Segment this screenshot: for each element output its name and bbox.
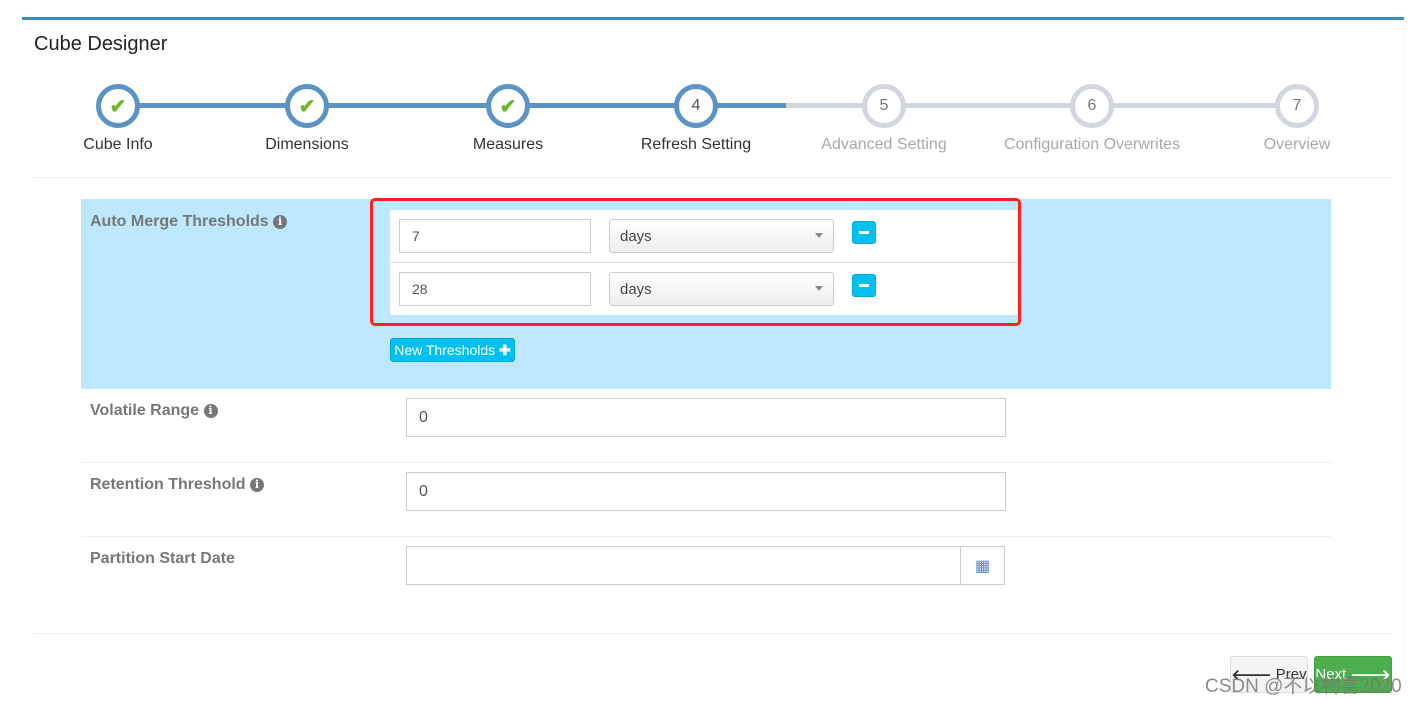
divider: [81, 462, 1331, 463]
divider: [34, 633, 1392, 634]
check-icon: ✔: [109, 95, 127, 118]
step-1-circle[interactable]: ✔: [96, 84, 140, 128]
plus-icon: ✚: [499, 341, 511, 358]
step-5-label: Advanced Setting: [821, 136, 947, 153]
step-4-label: Refresh Setting: [640, 136, 752, 153]
info-icon[interactable]: i: [203, 404, 218, 418]
step-4-circle[interactable]: 4: [674, 84, 718, 128]
info-icon[interactable]: i: [250, 478, 265, 492]
page-title: Cube Designer: [34, 33, 168, 55]
step-7-label: Overview: [1263, 136, 1331, 153]
divider: [34, 177, 1392, 178]
check-icon: ✔: [499, 95, 517, 118]
check-icon: ✔: [298, 95, 316, 118]
new-thresholds-button[interactable]: New Thresholds ✚: [390, 338, 515, 362]
step-7-circle[interactable]: 7: [1275, 84, 1319, 128]
watermark: CSDN @不以物喜2020: [1205, 676, 1402, 697]
step-3-circle[interactable]: ✔: [486, 84, 530, 128]
calendar-icon: ▦: [974, 557, 991, 575]
partition-start-date-label: Partition Start Date: [90, 550, 235, 567]
step-6-circle[interactable]: 6: [1070, 84, 1114, 128]
volatile-range-input[interactable]: 0: [406, 398, 1006, 437]
volatile-range-label: Volatile Range i: [90, 402, 218, 420]
partition-start-date-input[interactable]: [406, 546, 962, 585]
step-2-label: Dimensions: [265, 136, 349, 153]
step-5-circle[interactable]: 5: [862, 84, 906, 128]
retention-threshold-input[interactable]: 0: [406, 472, 1006, 511]
divider: [81, 536, 1331, 537]
auto-merge-label: Auto Merge Thresholds i: [90, 213, 288, 231]
cube-designer-panel: Cube Designer ✔ Cube Info ✔ Dimensions ✔ Meas…: [22, 17, 1404, 701]
annotation-highlight-box: [370, 198, 1021, 326]
step-1-label: Cube Info: [83, 136, 153, 153]
retention-threshold-label: Retention Threshold i: [90, 476, 265, 494]
step-2-circle[interactable]: ✔: [285, 84, 329, 128]
info-icon[interactable]: i: [273, 215, 288, 229]
calendar-button[interactable]: ▦: [960, 546, 1005, 585]
step-3-label: Measures: [472, 136, 544, 153]
step-6-label: Configuration Overwrites: [1003, 136, 1181, 153]
